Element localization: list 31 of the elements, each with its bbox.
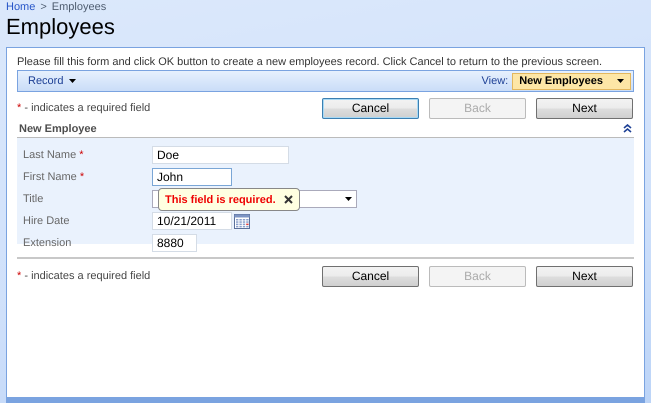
breadcrumb-link[interactable]: Home: [6, 0, 36, 12]
calendar-icon[interactable]: [234, 213, 250, 229]
record-menu[interactable]: Record: [28, 75, 76, 87]
nav-button[interactable]: Next: [536, 266, 633, 286]
breadcrumb-text: >: [40, 0, 47, 12]
section-title: New Employee: [19, 122, 97, 134]
text-field[interactable]: Doe: [152, 146, 289, 164]
field-label: Title: [23, 193, 44, 205]
date-field[interactable]: 10/21/2011: [152, 212, 232, 230]
field-label: First Name *: [23, 171, 86, 183]
field-label: Last Name *: [23, 149, 85, 161]
collapse-icon[interactable]: [623, 124, 632, 133]
view-label: View:: [482, 75, 508, 87]
nav-button[interactable]: Next: [536, 98, 633, 118]
error-message: This field is required.: [165, 194, 276, 206]
breadcrumb-text: Employees: [52, 0, 106, 12]
required-note: * - indicates a required field: [17, 102, 150, 114]
nav-button[interactable]: Cancel: [322, 98, 419, 118]
nav-button[interactable]: Cancel: [322, 266, 419, 286]
instructions-text: Please fill this form and click OK button to create a new employees record. Click Cancel to return to the previous screen.: [17, 55, 602, 70]
required-note: * - indicates a required field: [17, 270, 150, 282]
close-icon[interactable]: [284, 195, 293, 204]
caret-icon: [617, 79, 624, 83]
caret-icon: [69, 79, 76, 83]
text-field[interactable]: John: [152, 168, 232, 186]
view-dropdown[interactable]: New Employees: [512, 72, 631, 90]
text-field[interactable]: 8880: [152, 234, 197, 252]
field-label: Hire Date: [23, 215, 70, 227]
dropdown-caret-icon: [345, 197, 352, 201]
page-title: Employees: [6, 14, 116, 40]
field-label: Extension: [23, 237, 72, 249]
